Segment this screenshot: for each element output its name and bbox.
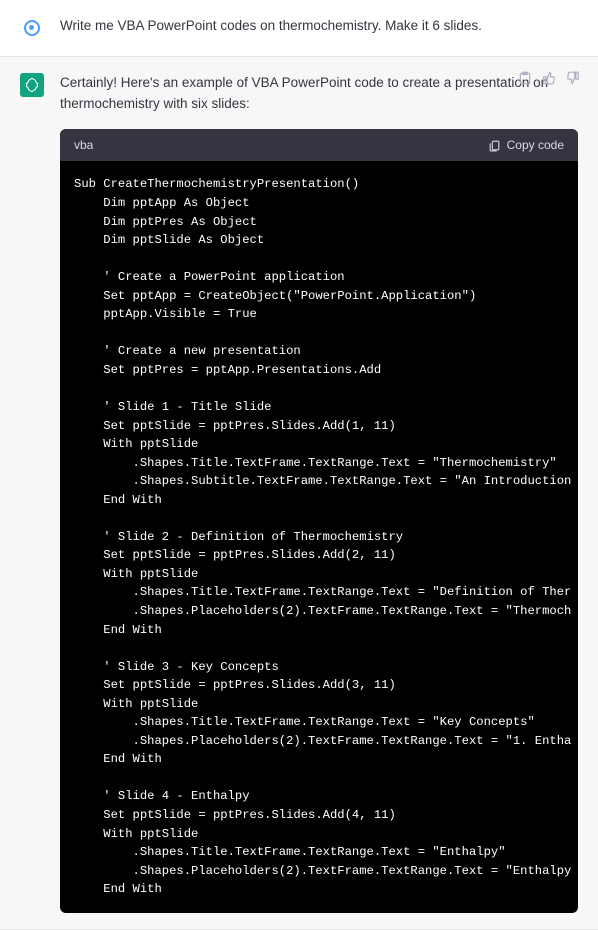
assistant-message: Certainly! Here's an example of VBA Powe… — [0, 57, 598, 930]
copy-code-label: Copy code — [507, 136, 564, 155]
code-pre[interactable]: Sub CreateThermochemistryPresentation() … — [60, 161, 578, 912]
user-message-text: Write me VBA PowerPoint codes on thermoc… — [60, 16, 578, 40]
thumbs-down-icon[interactable] — [566, 71, 580, 85]
code-content: Sub CreateThermochemistryPresentation() … — [74, 175, 564, 898]
assistant-content: Certainly! Here's an example of VBA Powe… — [60, 73, 578, 913]
user-avatar — [20, 16, 44, 40]
clipboard-icon[interactable] — [518, 71, 532, 85]
clipboard-icon — [488, 139, 501, 152]
code-block: vba Copy code Sub CreateThermochemistryP… — [60, 129, 578, 913]
code-header: vba Copy code — [60, 129, 578, 162]
assistant-avatar — [20, 73, 44, 97]
user-message: Write me VBA PowerPoint codes on thermoc… — [0, 0, 598, 57]
assistant-intro-text: Certainly! Here's an example of VBA Powe… — [60, 73, 578, 115]
thumbs-up-icon[interactable] — [542, 71, 556, 85]
message-actions — [518, 71, 580, 85]
copy-code-button[interactable]: Copy code — [488, 136, 564, 155]
code-language-label: vba — [74, 136, 93, 155]
